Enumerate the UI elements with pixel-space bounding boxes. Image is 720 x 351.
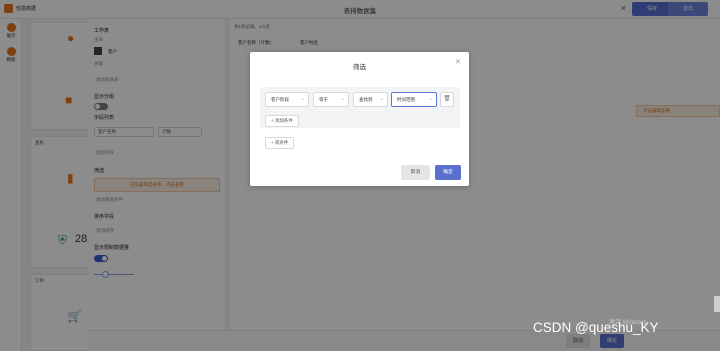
dialog-ok-button[interactable]: 确定	[435, 165, 461, 180]
field-select-value: 客户阶段	[271, 97, 289, 102]
dialog-cancel-button[interactable]: 取消	[401, 165, 430, 180]
value-type-select-value: 查找到	[359, 97, 373, 102]
chevron-down-icon: ⌄	[428, 96, 433, 102]
csdn-watermark: CSDN @queshu_KY	[533, 320, 659, 335]
delete-condition-button[interactable]: 🗑	[440, 92, 454, 107]
value-type-select[interactable]: 查找到 ⌄	[353, 92, 388, 107]
close-icon[interactable]: ✕	[455, 58, 461, 66]
value-select-value: 时间范围	[397, 97, 415, 102]
add-group-button[interactable]: + 或条件	[265, 137, 295, 149]
add-condition-button[interactable]: + 添加条件	[265, 115, 299, 127]
chevron-down-icon: ⌄	[300, 96, 305, 102]
chevron-down-icon: ⌄	[379, 96, 384, 102]
trash-icon: 🗑	[443, 96, 451, 102]
condition-group: 客户阶段 ⌄ 等于 ⌄ 查找到 ⌄ 时间范围 ⌄ + 添加条件	[260, 87, 460, 128]
operator-select[interactable]: 等于 ⌄	[313, 92, 349, 107]
field-select[interactable]: 客户阶段 ⌄	[265, 92, 309, 107]
scrollbar[interactable]	[714, 296, 720, 312]
chevron-down-icon: ⌄	[340, 96, 345, 102]
operator-select-value: 等于	[319, 97, 328, 102]
dialog-title: 筛选	[353, 64, 366, 71]
filter-dialog: 筛选 ✕ 客户阶段 ⌄ 等于 ⌄ 查找到 ⌄ 时间范围 ⌄ + 添加条件 🗑 +…	[250, 52, 469, 186]
value-select[interactable]: 时间范围 ⌄	[391, 92, 437, 107]
